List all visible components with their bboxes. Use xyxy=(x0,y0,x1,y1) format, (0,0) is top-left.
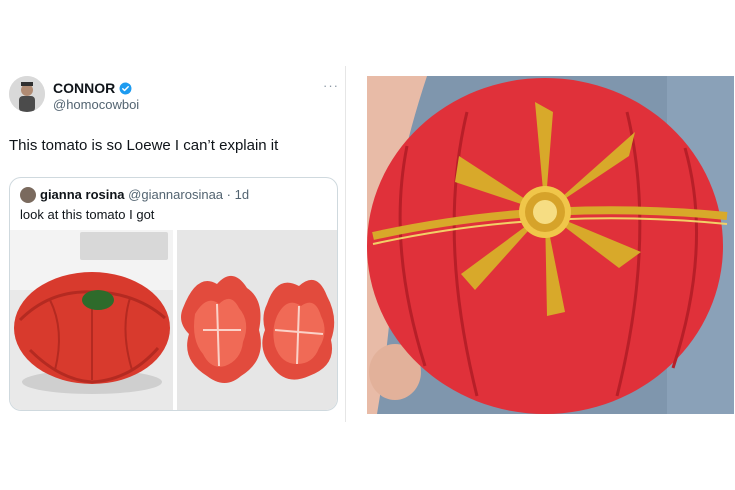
author-name[interactable]: CONNOR xyxy=(53,80,115,96)
golden-tomato-photo[interactable] xyxy=(367,76,734,414)
avatar-image xyxy=(9,76,45,112)
author-name-row[interactable]: CONNOR xyxy=(53,80,132,96)
verified-badge-icon xyxy=(119,82,132,94)
tweet-text: This tomato is so Loewe I can’t explain … xyxy=(9,137,279,154)
avatar[interactable] xyxy=(9,76,45,112)
sliced-tomato-photo[interactable] xyxy=(177,230,338,411)
tweet-card: CONNOR @homocowboi ··· This tomato is so… xyxy=(0,66,346,422)
quote-text: look at this tomato I got xyxy=(20,207,155,222)
quoted-tweet[interactable]: gianna rosina @giannarosinaa · 1d look a… xyxy=(9,177,338,411)
quote-author-handle[interactable]: @giannarosinaa xyxy=(128,187,223,202)
quote-header: gianna rosina @giannarosinaa · 1d xyxy=(40,187,249,202)
quote-separator: · xyxy=(223,187,235,202)
quote-author-name[interactable]: gianna rosina xyxy=(40,187,125,202)
author-handle[interactable]: @homocowboi xyxy=(53,97,139,112)
quote-avatar[interactable] xyxy=(20,187,36,203)
whole-tomato-photo[interactable] xyxy=(10,230,173,411)
quote-timestamp[interactable]: 1d xyxy=(235,187,249,202)
more-options-icon[interactable]: ··· xyxy=(323,78,339,93)
